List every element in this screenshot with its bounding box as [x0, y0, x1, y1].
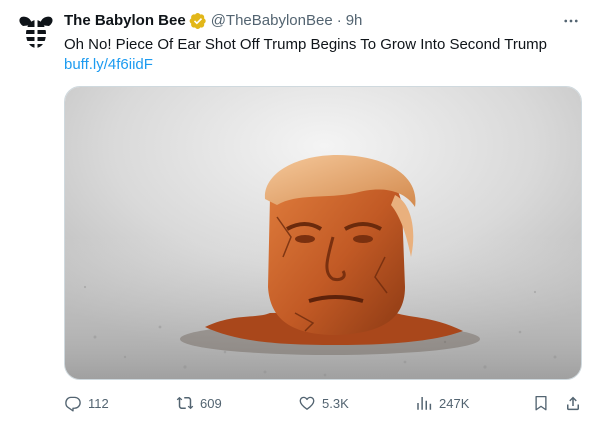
views-count: 247K [439, 395, 470, 411]
bookmark-button[interactable] [532, 394, 550, 412]
more-icon[interactable] [560, 12, 582, 30]
tweet-content: The Babylon Bee @TheBabylonBee · 9h Oh N… [64, 10, 582, 75]
views-icon [417, 397, 432, 410]
reply-count: 112 [88, 395, 109, 411]
retweet-icon [176, 396, 194, 410]
tweet-text: Oh No! Piece Of Ear Shot Off Trump Begin… [64, 36, 548, 53]
separator-dot: · [336, 12, 342, 29]
reply-button[interactable]: 112 [64, 394, 109, 412]
babylon-bee-logo-icon[interactable] [17, 12, 55, 50]
views-button[interactable]: 247K [415, 394, 469, 412]
like-count: 5.3K [322, 395, 349, 411]
retweet-count: 609 [200, 395, 222, 411]
share-button[interactable] [564, 394, 582, 412]
bookmark-icon [535, 395, 547, 411]
reply-icon [65, 396, 81, 412]
tweet-timestamp[interactable]: 9h [346, 10, 363, 32]
tweet-image[interactable] [64, 86, 582, 380]
tweet-actions: 112 609 5.3K 247K [64, 390, 586, 416]
display-name[interactable]: The Babylon Bee [64, 10, 186, 32]
retweet-button[interactable]: 609 [176, 394, 222, 412]
tweet-card[interactable]: The Babylon Bee @TheBabylonBee · 9h Oh N… [0, 0, 598, 424]
heart-icon [299, 396, 315, 410]
tweet-header: The Babylon Bee @TheBabylonBee · 9h [64, 10, 582, 32]
share-icon [567, 396, 579, 411]
tweet-link[interactable]: buff.ly/4f6iidF [64, 55, 582, 75]
verified-badge-icon[interactable] [189, 12, 207, 30]
user-handle[interactable]: @TheBabylonBee [211, 10, 333, 32]
like-button[interactable]: 5.3K [298, 394, 349, 412]
